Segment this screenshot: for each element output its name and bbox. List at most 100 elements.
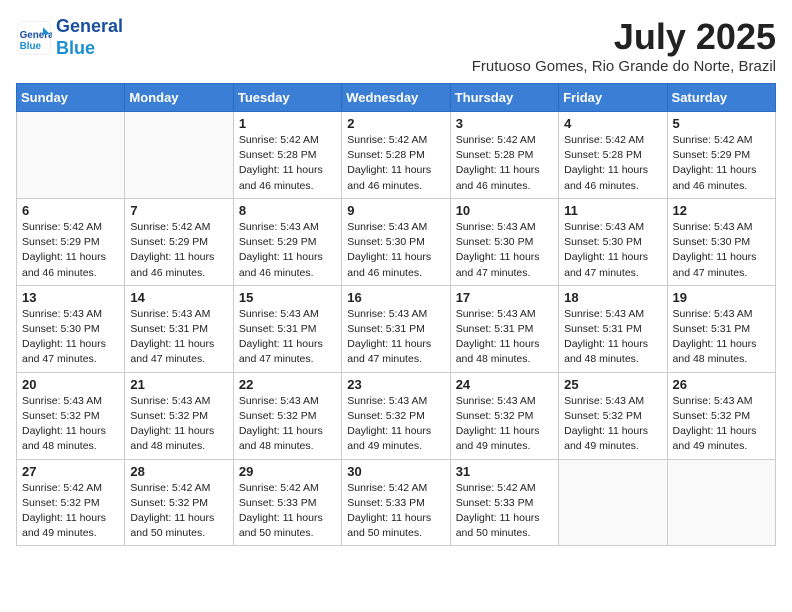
calendar-cell: 15 Sunrise: 5:43 AM Sunset: 5:31 PM Dayli… (233, 285, 341, 372)
day-info: Sunrise: 5:42 AM Sunset: 5:32 PM Dayligh… (22, 481, 119, 542)
day-info: Sunrise: 5:43 AM Sunset: 5:31 PM Dayligh… (239, 307, 336, 368)
day-of-week-header: Wednesday (342, 84, 450, 112)
calendar-cell: 16Sunrise: 5:43 AM Sunset: 5:31 PM Dayli… (342, 285, 450, 372)
svg-text:Blue: Blue (20, 40, 42, 51)
month-title: July 2025 (472, 16, 776, 58)
day-info: Sunrise: 5:42 AM Sunset: 5:33 PM Dayligh… (456, 481, 553, 542)
calendar-cell (559, 459, 667, 546)
day-of-week-header: Saturday (667, 84, 775, 112)
location-title: Frutuoso Gomes, Rio Grande do Norte, Bra… (472, 58, 776, 75)
calendar-cell: 13 Sunrise: 5:43 AM Sunset: 5:30 PM Dayli… (17, 285, 125, 372)
day-number: 26 (673, 377, 770, 392)
calendar-week-row: 27 Sunrise: 5:42 AM Sunset: 5:32 PM Dayli… (17, 459, 776, 546)
calendar-cell: 2Sunrise: 5:42 AM Sunset: 5:28 PM Daylig… (342, 112, 450, 199)
day-info: Sunrise: 5:43 AM Sunset: 5:32 PM Dayligh… (130, 394, 227, 455)
calendar-cell: 14 Sunrise: 5:43 AM Sunset: 5:31 PM Dayli… (125, 285, 233, 372)
day-info: Sunrise: 5:43 AM Sunset: 5:30 PM Dayligh… (22, 307, 119, 368)
day-number: 9 (347, 203, 444, 218)
day-info: Sunrise: 5:43 AM Sunset: 5:30 PM Dayligh… (456, 220, 553, 281)
day-of-week-header: Thursday (450, 84, 558, 112)
day-number: 11 (564, 203, 661, 218)
calendar-cell: 24 Sunrise: 5:43 AM Sunset: 5:32 PM Dayli… (450, 372, 558, 459)
calendar-cell: 4 Sunrise: 5:42 AM Sunset: 5:28 PM Daylig… (559, 112, 667, 199)
day-number: 16 (347, 290, 444, 305)
calendar-cell (17, 112, 125, 199)
day-info: Sunrise: 5:43 AM Sunset: 5:32 PM Dayligh… (22, 394, 119, 455)
day-info: Sunrise: 5:42 AM Sunset: 5:29 PM Dayligh… (673, 133, 770, 194)
calendar-cell: 30 Sunrise: 5:42 AM Sunset: 5:33 PM Dayli… (342, 459, 450, 546)
day-info: Sunrise: 5:43 AM Sunset: 5:29 PM Dayligh… (239, 220, 336, 281)
day-of-week-header: Sunday (17, 84, 125, 112)
day-info: Sunrise: 5:42 AM Sunset: 5:29 PM Dayligh… (22, 220, 119, 281)
page-header: General Blue GeneralBlue July 2025 Frutu… (16, 16, 776, 75)
logo-icon: General Blue (16, 20, 52, 56)
day-number: 5 (673, 116, 770, 131)
day-number: 7 (130, 203, 227, 218)
logo-text: GeneralBlue (56, 16, 123, 59)
day-number: 18 (564, 290, 661, 305)
calendar-cell: 6 Sunrise: 5:42 AM Sunset: 5:29 PM Daylig… (17, 198, 125, 285)
day-number: 19 (673, 290, 770, 305)
day-number: 24 (456, 377, 553, 392)
calendar-cell: 7 Sunrise: 5:42 AM Sunset: 5:29 PM Daylig… (125, 198, 233, 285)
calendar-week-row: 20 Sunrise: 5:43 AM Sunset: 5:32 PM Dayli… (17, 372, 776, 459)
calendar-cell: 9 Sunrise: 5:43 AM Sunset: 5:30 PM Daylig… (342, 198, 450, 285)
day-number: 1 (239, 116, 336, 131)
calendar-cell: 21 Sunrise: 5:43 AM Sunset: 5:32 PM Dayli… (125, 372, 233, 459)
calendar-cell: 10 Sunrise: 5:43 AM Sunset: 5:30 PM Dayli… (450, 198, 558, 285)
calendar-cell: 31 Sunrise: 5:42 AM Sunset: 5:33 PM Dayli… (450, 459, 558, 546)
calendar-week-row: 13 Sunrise: 5:43 AM Sunset: 5:30 PM Dayli… (17, 285, 776, 372)
day-number: 8 (239, 203, 336, 218)
day-number: 12 (673, 203, 770, 218)
day-number: 30 (347, 464, 444, 479)
day-number: 29 (239, 464, 336, 479)
day-number: 21 (130, 377, 227, 392)
day-number: 3 (456, 116, 553, 131)
day-number: 14 (130, 290, 227, 305)
calendar-cell: 22Sunrise: 5:43 AM Sunset: 5:32 PM Dayli… (233, 372, 341, 459)
day-number: 2 (347, 116, 444, 131)
calendar-cell: 19 Sunrise: 5:43 AM Sunset: 5:31 PM Dayli… (667, 285, 775, 372)
day-info: Sunrise: 5:43 AM Sunset: 5:30 PM Dayligh… (347, 220, 444, 281)
day-info: Sunrise: 5:43 AM Sunset: 5:32 PM Dayligh… (347, 394, 444, 455)
day-number: 22 (239, 377, 336, 392)
day-info: Sunrise: 5:42 AM Sunset: 5:28 PM Dayligh… (456, 133, 553, 194)
title-block: July 2025 Frutuoso Gomes, Rio Grande do … (472, 16, 776, 75)
day-number: 13 (22, 290, 119, 305)
calendar-cell: 28Sunrise: 5:42 AM Sunset: 5:32 PM Dayli… (125, 459, 233, 546)
calendar-cell (125, 112, 233, 199)
day-info: Sunrise: 5:43 AM Sunset: 5:31 PM Dayligh… (456, 307, 553, 368)
calendar-cell: 5 Sunrise: 5:42 AM Sunset: 5:29 PM Daylig… (667, 112, 775, 199)
day-info: Sunrise: 5:42 AM Sunset: 5:33 PM Dayligh… (347, 481, 444, 542)
day-info: Sunrise: 5:42 AM Sunset: 5:28 PM Dayligh… (564, 133, 661, 194)
day-number: 4 (564, 116, 661, 131)
calendar-cell: 8 Sunrise: 5:43 AM Sunset: 5:29 PM Daylig… (233, 198, 341, 285)
day-number: 17 (456, 290, 553, 305)
calendar-cell: 11Sunrise: 5:43 AM Sunset: 5:30 PM Dayli… (559, 198, 667, 285)
day-info: Sunrise: 5:42 AM Sunset: 5:29 PM Dayligh… (130, 220, 227, 281)
day-number: 10 (456, 203, 553, 218)
day-of-week-header: Tuesday (233, 84, 341, 112)
day-info: Sunrise: 5:43 AM Sunset: 5:31 PM Dayligh… (673, 307, 770, 368)
day-number: 31 (456, 464, 553, 479)
calendar-cell: 23Sunrise: 5:43 AM Sunset: 5:32 PM Dayli… (342, 372, 450, 459)
calendar-cell: 18Sunrise: 5:43 AM Sunset: 5:31 PM Dayli… (559, 285, 667, 372)
day-info: Sunrise: 5:43 AM Sunset: 5:31 PM Dayligh… (130, 307, 227, 368)
day-info: Sunrise: 5:42 AM Sunset: 5:28 PM Dayligh… (239, 133, 336, 194)
calendar-table: SundayMondayTuesdayWednesdayThursdayFrid… (16, 83, 776, 546)
day-number: 27 (22, 464, 119, 479)
day-info: Sunrise: 5:42 AM Sunset: 5:33 PM Dayligh… (239, 481, 336, 542)
calendar-cell: 17 Sunrise: 5:43 AM Sunset: 5:31 PM Dayli… (450, 285, 558, 372)
day-number: 15 (239, 290, 336, 305)
day-info: Sunrise: 5:43 AM Sunset: 5:32 PM Dayligh… (456, 394, 553, 455)
day-info: Sunrise: 5:43 AM Sunset: 5:32 PM Dayligh… (673, 394, 770, 455)
calendar-cell: 3 Sunrise: 5:42 AM Sunset: 5:28 PM Daylig… (450, 112, 558, 199)
calendar-cell: 29 Sunrise: 5:42 AM Sunset: 5:33 PM Dayli… (233, 459, 341, 546)
calendar-cell: 1 Sunrise: 5:42 AM Sunset: 5:28 PM Daylig… (233, 112, 341, 199)
logo: General Blue GeneralBlue (16, 16, 123, 59)
day-number: 28 (130, 464, 227, 479)
day-number: 20 (22, 377, 119, 392)
day-info: Sunrise: 5:43 AM Sunset: 5:32 PM Dayligh… (564, 394, 661, 455)
day-number: 25 (564, 377, 661, 392)
day-number: 6 (22, 203, 119, 218)
